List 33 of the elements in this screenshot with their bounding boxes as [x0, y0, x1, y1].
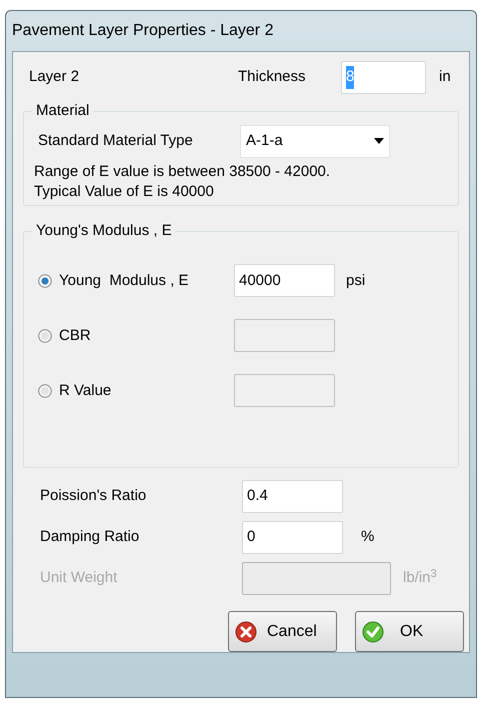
field-label: Unit Weight	[40, 568, 118, 588]
input-field[interactable]	[234, 319, 335, 352]
thickness-label: Thickness	[238, 67, 307, 88]
radio-button[interactable]	[38, 384, 52, 398]
window-title: Pavement Layer Properties - Layer 2	[12, 21, 274, 41]
field-label: Poission's Ratio	[40, 486, 148, 506]
cancel-icon	[235, 620, 257, 642]
ok-button[interactable]: OK	[355, 611, 464, 652]
cancel-button[interactable]: Cancel	[228, 611, 337, 652]
unit-label: lb/in$^{3}$	[403, 567, 437, 588]
input-field[interactable]: 0	[242, 521, 343, 554]
range-text: Range of E value is between 38500 - 42000.	[34, 162, 332, 182]
input-field[interactable]	[234, 374, 335, 408]
material-type-dropdown[interactable]: A-1-a	[240, 124, 390, 158]
caret-icon	[374, 138, 384, 144]
field-label: Damping Ratio	[40, 527, 140, 548]
input-field[interactable]: 40000	[234, 264, 335, 298]
unit-label: in	[439, 67, 451, 88]
layer-label: Layer 2	[29, 67, 80, 88]
radio-button[interactable]	[38, 328, 52, 343]
radio-button[interactable]	[38, 274, 52, 288]
check-icon	[362, 620, 384, 642]
typical-value-text: Typical Value of E is 40000	[34, 182, 215, 202]
input-field[interactable]: 0.4	[242, 480, 343, 513]
unit-label: psi	[346, 270, 366, 291]
group-label: Young's Modulus , E	[35, 220, 173, 241]
input-field[interactable]	[242, 562, 391, 595]
material-type-label: Standard Material Type	[38, 130, 194, 151]
radio-label[interactable]: Young Modulus , E	[59, 270, 234, 292]
radio-label[interactable]: R Value	[59, 380, 234, 402]
radio-label[interactable]: CBR	[59, 324, 234, 348]
group-label: Material	[35, 101, 90, 121]
unit-label: %	[361, 527, 374, 548]
